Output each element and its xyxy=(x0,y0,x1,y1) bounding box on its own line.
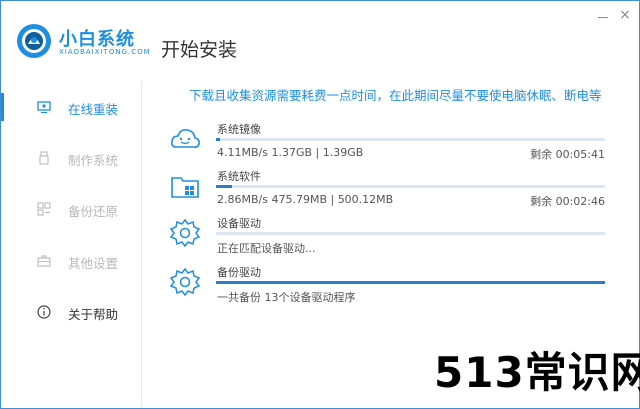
task-name: 设备驱动 xyxy=(217,217,261,230)
active-indicator xyxy=(1,93,4,121)
task-detail: 4.11MB/s 1.37GB | 1.39GB xyxy=(217,146,364,159)
sidebar-item-other-settings[interactable]: 其他设置 xyxy=(1,247,141,275)
progress-fill xyxy=(216,281,605,284)
sidebar-item-online-reinstall[interactable]: 在线重装 xyxy=(1,93,141,121)
task-name: 备份驱动 xyxy=(217,266,261,279)
task-system-image: 系统镜像 4.11MB/s 1.37GB | 1.39GB 剩余 00:05:4… xyxy=(169,121,609,169)
page-title: 开始安装 xyxy=(161,39,238,61)
sidebar-item-label: 制作系统 xyxy=(68,153,119,168)
gear-icon xyxy=(169,218,201,248)
monitor-icon xyxy=(37,101,51,114)
task-backup-drivers: 备份驱动 一共备份 13个设备驱动程序 xyxy=(169,264,609,312)
info-icon xyxy=(37,305,51,319)
backup-icon xyxy=(37,202,51,216)
brand-subtitle: XIAOBAIXITONG.COM xyxy=(59,48,151,56)
progress-fill xyxy=(216,138,220,141)
sidebar-item-label: 在线重装 xyxy=(68,102,119,117)
progress-fill xyxy=(216,185,232,188)
progress-track xyxy=(216,232,605,235)
task-name: 系统镜像 xyxy=(217,123,261,136)
task-remaining: 剩余 00:02:46 xyxy=(530,195,605,208)
sidebar-item-label: 其他设置 xyxy=(68,256,119,271)
title-bar: 小白系统 XIAOBAIXITONG.COM 开始安装 × xyxy=(1,1,639,81)
usb-icon xyxy=(39,151,49,165)
watermark: 513常识网 xyxy=(434,348,640,397)
progress-track xyxy=(216,281,605,284)
task-detail: 一共备份 13个设备驱动程序 xyxy=(217,291,356,304)
logo-icon xyxy=(17,24,51,58)
task-device-drivers: 设备驱动 正在匹配设备驱动... xyxy=(169,215,609,263)
sidebar-item-make-system[interactable]: 制作系统 xyxy=(1,144,141,172)
minimize-button[interactable] xyxy=(595,9,611,21)
sidebar-item-label: 备份还原 xyxy=(68,204,119,219)
sidebar-item-label: 关于帮助 xyxy=(68,307,119,322)
task-remaining: 剩余 00:05:41 xyxy=(530,148,605,161)
progress-track xyxy=(216,138,605,141)
progress-track xyxy=(216,185,605,188)
sidebar-item-backup-restore[interactable]: 备份还原 xyxy=(1,195,141,223)
briefcase-icon xyxy=(37,255,51,267)
close-button[interactable]: × xyxy=(617,8,633,22)
gear-icon xyxy=(169,267,201,297)
notice-text: 下载且收集资源需要耗费一点时间，在此期间尽量不要使电脑休眠、断电等 xyxy=(189,88,602,103)
sidebar: 在线重装 制作系统 备份还原 其他设置 关于帮助 xyxy=(1,81,142,407)
cloud-smile-icon xyxy=(171,129,200,148)
task-system-software: 系统软件 2.86MB/s 475.79MB | 500.12MB 剩余 00:… xyxy=(169,168,609,216)
task-detail: 正在匹配设备驱动... xyxy=(217,242,316,255)
task-name: 系统软件 xyxy=(217,170,261,183)
task-detail: 2.86MB/s 475.79MB | 500.12MB xyxy=(217,193,394,206)
folder-apps-icon xyxy=(171,177,199,198)
sidebar-item-about-help[interactable]: 关于帮助 xyxy=(1,298,141,326)
